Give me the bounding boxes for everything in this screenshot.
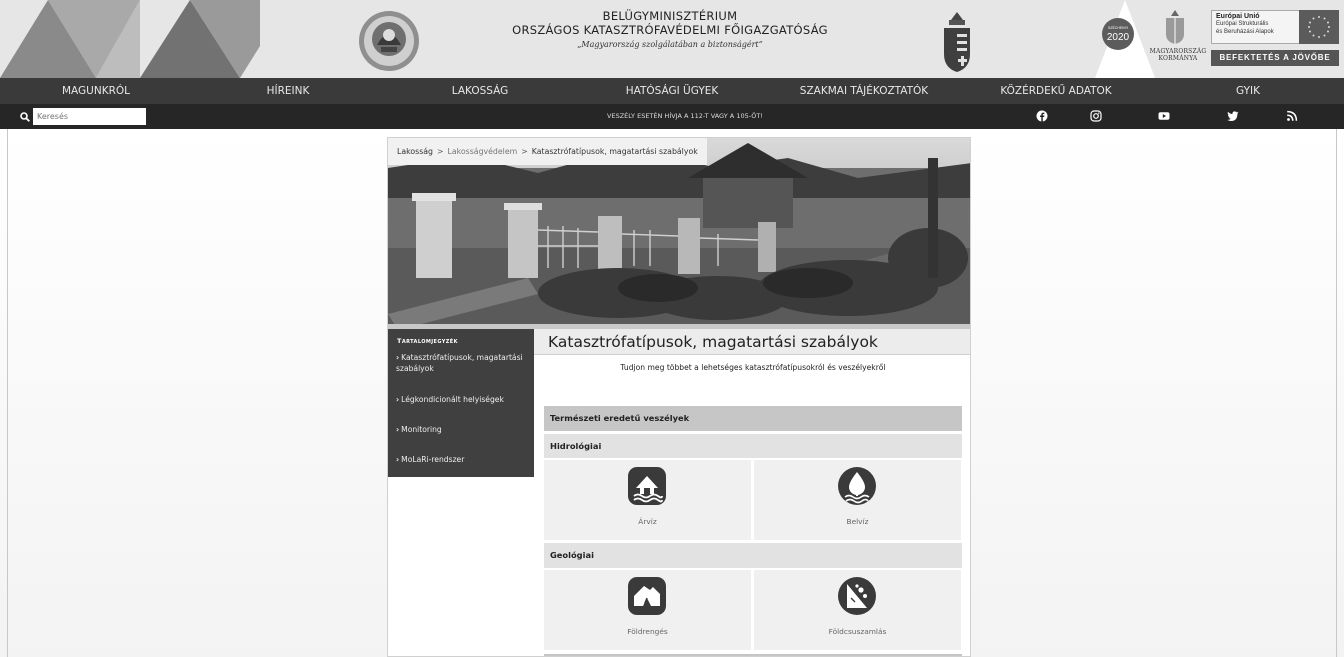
eu-funding-logo[interactable]: Európai Unió Európai Strukturális és Ber… — [1209, 10, 1340, 70]
content-panel: Lakosság > Lakosságvédelem > Katasztrófatípu… — [387, 137, 971, 657]
earthquake-icon — [628, 577, 666, 615]
gov-name-line1: MAGYARORSZÁG — [1149, 48, 1207, 55]
toc-item-label: Monitoring — [401, 425, 442, 434]
nav-item-magunkrol[interactable]: MAGUNKRÓL — [0, 78, 192, 104]
toc-item-label: Légkondicionált helyiségek — [401, 395, 504, 404]
nav-item-lakossag[interactable]: LAKOSSÁG — [384, 78, 576, 104]
hungarian-government-logo[interactable]: MAGYARORSZÁG KORMÁNYA — [1148, 8, 1206, 74]
inland-water-icon — [838, 467, 876, 505]
chevron-right-icon: › — [396, 353, 400, 362]
tile-label: Árvíz — [638, 517, 657, 526]
search-icon[interactable] — [20, 112, 30, 122]
eu-subtitle-2: és Beruházási Alapok — [1216, 28, 1274, 35]
right-border-line — [1336, 129, 1337, 657]
nav-item-szakmai-tajekoztatok[interactable]: SZAKMAI TÁJÉKOZTATÓK — [768, 78, 960, 104]
toc-title: Tartalomjegyzék — [397, 337, 458, 345]
toc-item-legkondicionalt[interactable]: › Légkondicionált helyiségek — [396, 395, 532, 406]
gov-name-line2: KORMÁNYA — [1158, 55, 1198, 62]
toc-item-monitoring[interactable]: › Monitoring — [396, 425, 532, 436]
tile-label: Belvíz — [846, 517, 869, 526]
chevron-right-icon: › — [396, 395, 400, 404]
twitter-icon[interactable] — [1227, 110, 1239, 122]
tile-belviz[interactable]: Belvíz — [754, 460, 961, 540]
toc-item-label: Katasztrófatípusok, magatartási szabályo… — [396, 353, 523, 373]
utility-bar: VESZÉLY ESETÉN HÍVJA A 112-T VAGY A 105-… — [0, 104, 1344, 129]
breadcrumb-item-lakossagvedelem[interactable]: Lakosságvédelem — [448, 147, 518, 156]
chevron-right-icon: › — [396, 455, 400, 464]
disaster-management-emblem[interactable] — [357, 9, 421, 73]
eu-title: Európai Unió — [1216, 13, 1260, 20]
search-input[interactable] — [33, 108, 146, 125]
eu-flag-icon — [1299, 10, 1339, 44]
rss-icon[interactable] — [1286, 110, 1298, 122]
page-title-bar: Katasztrófatípusok, magatartási szabályo… — [534, 329, 970, 355]
emergency-notice: VESZÉLY ESETÉN HÍVJA A 112-T VAGY A 105-… — [607, 112, 763, 120]
decorative-triangles — [0, 0, 260, 78]
nav-item-hireink[interactable]: HÍREINK — [192, 78, 384, 104]
svg-text:2020: 2020 — [1107, 32, 1130, 43]
youtube-icon[interactable] — [1158, 110, 1170, 122]
left-border-line — [7, 129, 8, 657]
group-heading-hidrologiai: Hidrológiai — [544, 434, 962, 458]
breadcrumb-item-lakossag[interactable]: Lakosság — [397, 147, 433, 156]
eu-slogan-bar: BEFEKTETÉS A JÖVŐBE — [1211, 50, 1339, 66]
tile-foldrenges[interactable]: Földrengés — [544, 570, 751, 650]
breadcrumb-separator: > — [436, 147, 444, 156]
eu-subtitle-1: Európai Strukturális — [1216, 21, 1269, 27]
government-arms-icon — [1166, 10, 1184, 44]
group-heading-geologiai: Geológiai — [544, 543, 962, 568]
tile-label: Földcsuszamlás — [828, 627, 887, 636]
szechenyi-2020-logo[interactable]: SZÉCHENYI 2020 — [1101, 17, 1135, 51]
landslide-icon — [838, 577, 876, 615]
hero-image-fallen-trees — [388, 138, 970, 330]
instagram-icon[interactable] — [1090, 110, 1102, 122]
main-navigation: MAGUNKRÓL HÍREINK LAKOSSÁG HATÓSÁGI ÜGYE… — [0, 78, 1344, 104]
facebook-icon[interactable] — [1036, 110, 1048, 122]
organization-name: ORSZÁGOS KATASZTRÓFAVÉDELMI FŐIGAZGATÓSÁ… — [512, 23, 828, 37]
intro-text: Tudjon meg többet a lehetséges katasztró… — [620, 363, 886, 372]
toc-item-label: MoLaRi-rendszer — [401, 455, 465, 464]
chevron-right-icon: › — [396, 425, 400, 434]
tile-arviz[interactable]: Árvíz — [544, 460, 751, 540]
tile-label: Földrengés — [627, 627, 668, 636]
nav-item-gyik[interactable]: GYIK — [1152, 78, 1344, 104]
toc-item-katasztrofatipusok[interactable]: › Katasztrófatípusok, magatartási szabály… — [396, 353, 532, 374]
flood-icon — [628, 467, 666, 505]
table-of-contents: Tartalomjegyzék › Katasztrófatípusok, mag… — [388, 329, 534, 477]
page-title: Katasztrófatípusok, magatartási szabályo… — [548, 333, 878, 351]
toc-item-molari[interactable]: › MoLaRi-rendszer — [396, 455, 532, 466]
breadcrumb-item-current: Katasztrófatípusok, magatartási szabályo… — [531, 147, 698, 156]
coat-of-arms-icon — [944, 12, 970, 72]
header-title-block: BELÜGYMINISZTÉRIUM ORSZÁGOS KATASZTRÓFAV… — [480, 9, 860, 49]
nav-item-hatosagi-ugyek[interactable]: HATÓSÁGI ÜGYEK — [576, 78, 768, 104]
breadcrumb-separator: > — [521, 147, 528, 156]
breadcrumb: Lakosság > Lakosságvédelem > Katasztrófatípu… — [388, 138, 707, 165]
motto: „Magyarország szolgálatában a biztonságé… — [577, 40, 763, 49]
ministry-name: BELÜGYMINISZTÉRIUM — [602, 9, 738, 23]
tile-foldcsuszamlas[interactable]: Földcsuszamlás — [754, 570, 961, 650]
nav-item-kozerdeku-adatok[interactable]: KÖZÉRDEKŰ ADATOK — [960, 78, 1152, 104]
site-header: BELÜGYMINISZTÉRIUM ORSZÁGOS KATASZTRÓFAV… — [0, 0, 1344, 78]
svg-text:SZÉCHENYI: SZÉCHENYI — [1108, 25, 1128, 30]
section-heading: Természeti eredetű veszélyek — [544, 406, 962, 431]
